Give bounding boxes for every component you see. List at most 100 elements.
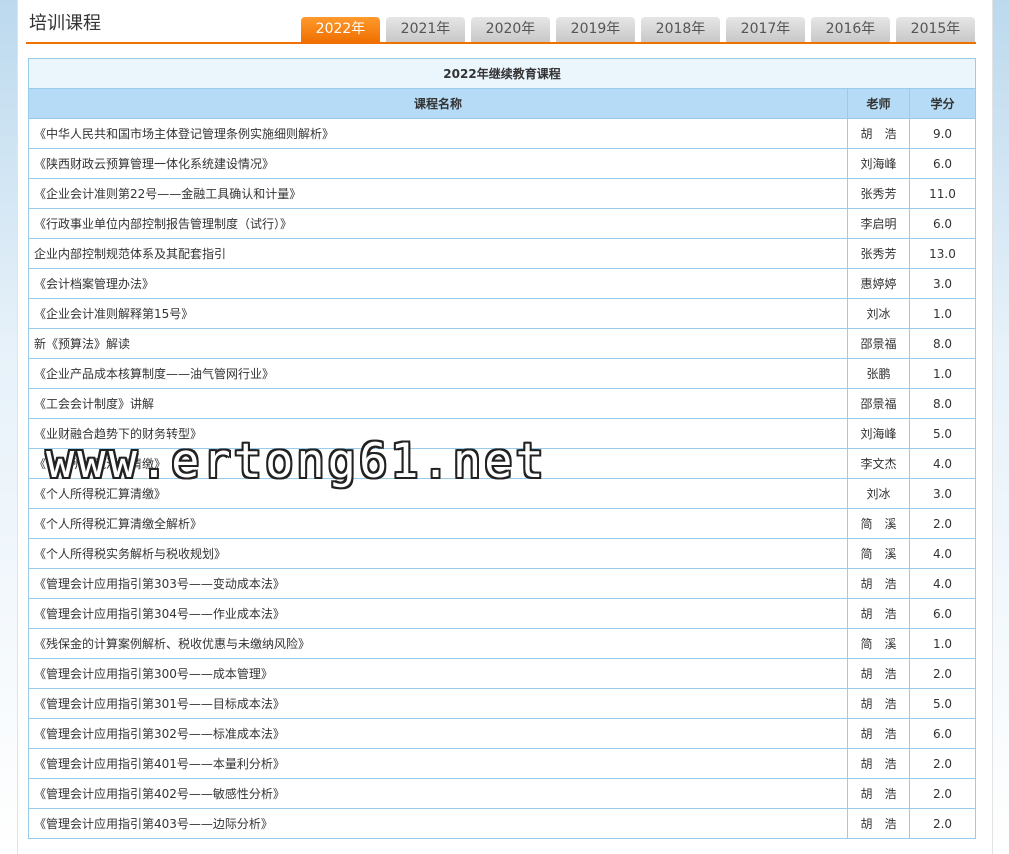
course-name-cell: 《个人所得税汇算清缴全解析》 bbox=[28, 508, 848, 539]
column-header-name: 课程名称 bbox=[28, 88, 848, 119]
course-name-cell: 《管理会计应用指引第403号——边际分析》 bbox=[28, 808, 848, 839]
table-row: 《行政事业单位内部控制报告管理制度（试行）》 李启明 6.0 bbox=[28, 208, 976, 239]
teacher-cell: 胡 浩 bbox=[847, 118, 910, 149]
teacher-cell: 张鹏 bbox=[847, 358, 910, 389]
teacher-cell: 简 溪 bbox=[847, 508, 910, 539]
teacher-cell: 张秀芳 bbox=[847, 178, 910, 209]
course-name-cell: 《行政事业单位内部控制报告管理制度（试行）》 bbox=[28, 208, 848, 239]
table-row: 《管理会计应用指引第302号——标准成本法》胡 浩 6.0 bbox=[28, 718, 976, 749]
credit-cell: 13.0 bbox=[909, 238, 976, 269]
teacher-cell: 简 溪 bbox=[847, 538, 910, 569]
table-row: 《工会会计制度》讲解 邵景福 8.0 bbox=[28, 388, 976, 419]
table-row: 《企业产品成本核算制度——油气管网行业》 张鹏 1.0 bbox=[28, 358, 976, 389]
teacher-cell: 简 溪 bbox=[847, 628, 910, 659]
credit-cell: 1.0 bbox=[909, 358, 976, 389]
teacher-cell: 刘海峰 bbox=[847, 148, 910, 179]
course-name-cell: 《管理会计应用指引第304号——作业成本法》 bbox=[28, 598, 848, 629]
tab-2022[interactable]: 2022年 bbox=[301, 17, 380, 42]
credit-cell: 4.0 bbox=[909, 568, 976, 599]
table-row: 《企业会计准则第22号——金融工具确认和计量》 张秀芳 11.0 bbox=[28, 178, 976, 209]
teacher-cell: 邵景福 bbox=[847, 328, 910, 359]
credit-cell: 2.0 bbox=[909, 808, 976, 839]
table-row: 新《预算法》解读 邵景福 8.0 bbox=[28, 328, 976, 359]
column-header-teacher: 老师 bbox=[847, 88, 910, 119]
teacher-cell: 李文杰 bbox=[847, 448, 910, 479]
course-name-cell: 《管理会计应用指引第402号——敏感性分析》 bbox=[28, 778, 848, 809]
tab-2018[interactable]: 2018年 bbox=[641, 17, 720, 42]
table-caption-row: 2022年继续教育课程 bbox=[28, 58, 976, 89]
table-row: 《管理会计应用指引第401号——本量利分析》胡 浩 2.0 bbox=[28, 748, 976, 779]
credit-cell: 4.0 bbox=[909, 448, 976, 479]
teacher-cell: 胡 浩 bbox=[847, 808, 910, 839]
credit-cell: 8.0 bbox=[909, 328, 976, 359]
teacher-cell: 胡 浩 bbox=[847, 598, 910, 629]
course-name-cell: 《管理会计应用指引第301号——目标成本法》 bbox=[28, 688, 848, 719]
teacher-cell: 胡 浩 bbox=[847, 718, 910, 749]
table-row: 《个人所得税汇算清缴全解析》简 溪 2.0 bbox=[28, 508, 976, 539]
course-name-cell: 《工会会计制度》讲解 bbox=[28, 388, 848, 419]
course-name-cell: 《管理会计应用指引第302号——标准成本法》 bbox=[28, 718, 848, 749]
table-row: 《管理会计应用指引第300号——成本管理》胡 浩 2.0 bbox=[28, 658, 976, 689]
table-row: 《会计档案管理办法》 惠婷婷 3.0 bbox=[28, 268, 976, 299]
course-name-cell: 《企业会计准则解释第15号》 bbox=[28, 298, 848, 329]
tab-underline bbox=[26, 42, 976, 44]
table-row: 《企业会计准则解释第15号》 刘冰 1.0 bbox=[28, 298, 976, 329]
course-name-cell: 《管理会计应用指引第401号——本量利分析》 bbox=[28, 748, 848, 779]
tab-2017[interactable]: 2017年 bbox=[726, 17, 805, 42]
credit-cell: 6.0 bbox=[909, 208, 976, 239]
teacher-cell: 邵景福 bbox=[847, 388, 910, 419]
credit-cell: 3.0 bbox=[909, 478, 976, 509]
tab-2015[interactable]: 2015年 bbox=[896, 17, 975, 42]
teacher-cell: 刘冰 bbox=[847, 478, 910, 509]
tab-2019[interactable]: 2019年 bbox=[556, 17, 635, 42]
credit-cell: 2.0 bbox=[909, 778, 976, 809]
table-row: 《陕西财政云预算管理一体化系统建设情况》 刘海峰 6.0 bbox=[28, 148, 976, 179]
credit-cell: 5.0 bbox=[909, 418, 976, 449]
credit-cell: 9.0 bbox=[909, 118, 976, 149]
content-panel: 培训课程 2022年 2021年 2020年 2019年 2018年 2017年… bbox=[17, 0, 993, 854]
year-tabs: 2022年 2021年 2020年 2019年 2018年 2017年 2016… bbox=[301, 17, 975, 42]
credit-cell: 1.0 bbox=[909, 298, 976, 329]
table-row: 《管理会计应用指引第402号——敏感性分析》胡 浩 2.0 bbox=[28, 778, 976, 809]
credit-cell: 4.0 bbox=[909, 538, 976, 569]
tab-2016[interactable]: 2016年 bbox=[811, 17, 890, 42]
teacher-cell: 惠婷婷 bbox=[847, 268, 910, 299]
teacher-cell: 胡 浩 bbox=[847, 688, 910, 719]
course-name-cell: 《个人所得税实务解析与税收规划》 bbox=[28, 538, 848, 569]
credit-cell: 6.0 bbox=[909, 598, 976, 629]
table-header-row: 课程名称 老师 学分 bbox=[28, 88, 976, 119]
page-title: 培训课程 bbox=[29, 13, 101, 34]
credit-cell: 2.0 bbox=[909, 508, 976, 539]
credit-cell: 3.0 bbox=[909, 268, 976, 299]
credit-cell: 5.0 bbox=[909, 688, 976, 719]
teacher-cell: 胡 浩 bbox=[847, 568, 910, 599]
credit-cell: 1.0 bbox=[909, 628, 976, 659]
course-name-cell: 《管理会计应用指引第300号——成本管理》 bbox=[28, 658, 848, 689]
table-row: 《残保金的计算案例解析、税收优惠与未缴纳风险》简 溪 1.0 bbox=[28, 628, 976, 659]
table-row: 《管理会计应用指引第304号——作业成本法》胡 浩 6.0 bbox=[28, 598, 976, 629]
course-name-cell: 《企业会计准则第22号——金融工具确认和计量》 bbox=[28, 178, 848, 209]
course-name-cell: 《陕西财政云预算管理一体化系统建设情况》 bbox=[28, 148, 848, 179]
teacher-cell: 胡 浩 bbox=[847, 658, 910, 689]
course-name-cell: 企业内部控制规范体系及其配套指引 bbox=[28, 238, 848, 269]
teacher-cell: 胡 浩 bbox=[847, 748, 910, 779]
tab-2020[interactable]: 2020年 bbox=[471, 17, 550, 42]
teacher-cell: 刘冰 bbox=[847, 298, 910, 329]
course-name-cell: 《残保金的计算案例解析、税收优惠与未缴纳风险》 bbox=[28, 628, 848, 659]
credit-cell: 2.0 bbox=[909, 658, 976, 689]
credit-cell: 11.0 bbox=[909, 178, 976, 209]
table-row: 《中华人民共和国市场主体登记管理条例实施细则解析》胡 浩 9.0 bbox=[28, 118, 976, 149]
column-header-credit: 学分 bbox=[909, 88, 976, 119]
table-row: 《管理会计应用指引第301号——目标成本法》胡 浩 5.0 bbox=[28, 688, 976, 719]
table-row: 《管理会计应用指引第403号——边际分析》胡 浩 2.0 bbox=[28, 808, 976, 839]
tab-2021[interactable]: 2021年 bbox=[386, 17, 465, 42]
teacher-cell: 张秀芳 bbox=[847, 238, 910, 269]
table-row: 《个人所得税实务解析与税收规划》简 溪 4.0 bbox=[28, 538, 976, 569]
teacher-cell: 胡 浩 bbox=[847, 778, 910, 809]
watermark-text: www.ertong61.net bbox=[46, 434, 547, 489]
course-name-cell: 新《预算法》解读 bbox=[28, 328, 848, 359]
credit-cell: 2.0 bbox=[909, 748, 976, 779]
table-row: 《管理会计应用指引第303号——变动成本法》胡 浩 4.0 bbox=[28, 568, 976, 599]
credit-cell: 6.0 bbox=[909, 718, 976, 749]
table-caption: 2022年继续教育课程 bbox=[28, 58, 976, 89]
